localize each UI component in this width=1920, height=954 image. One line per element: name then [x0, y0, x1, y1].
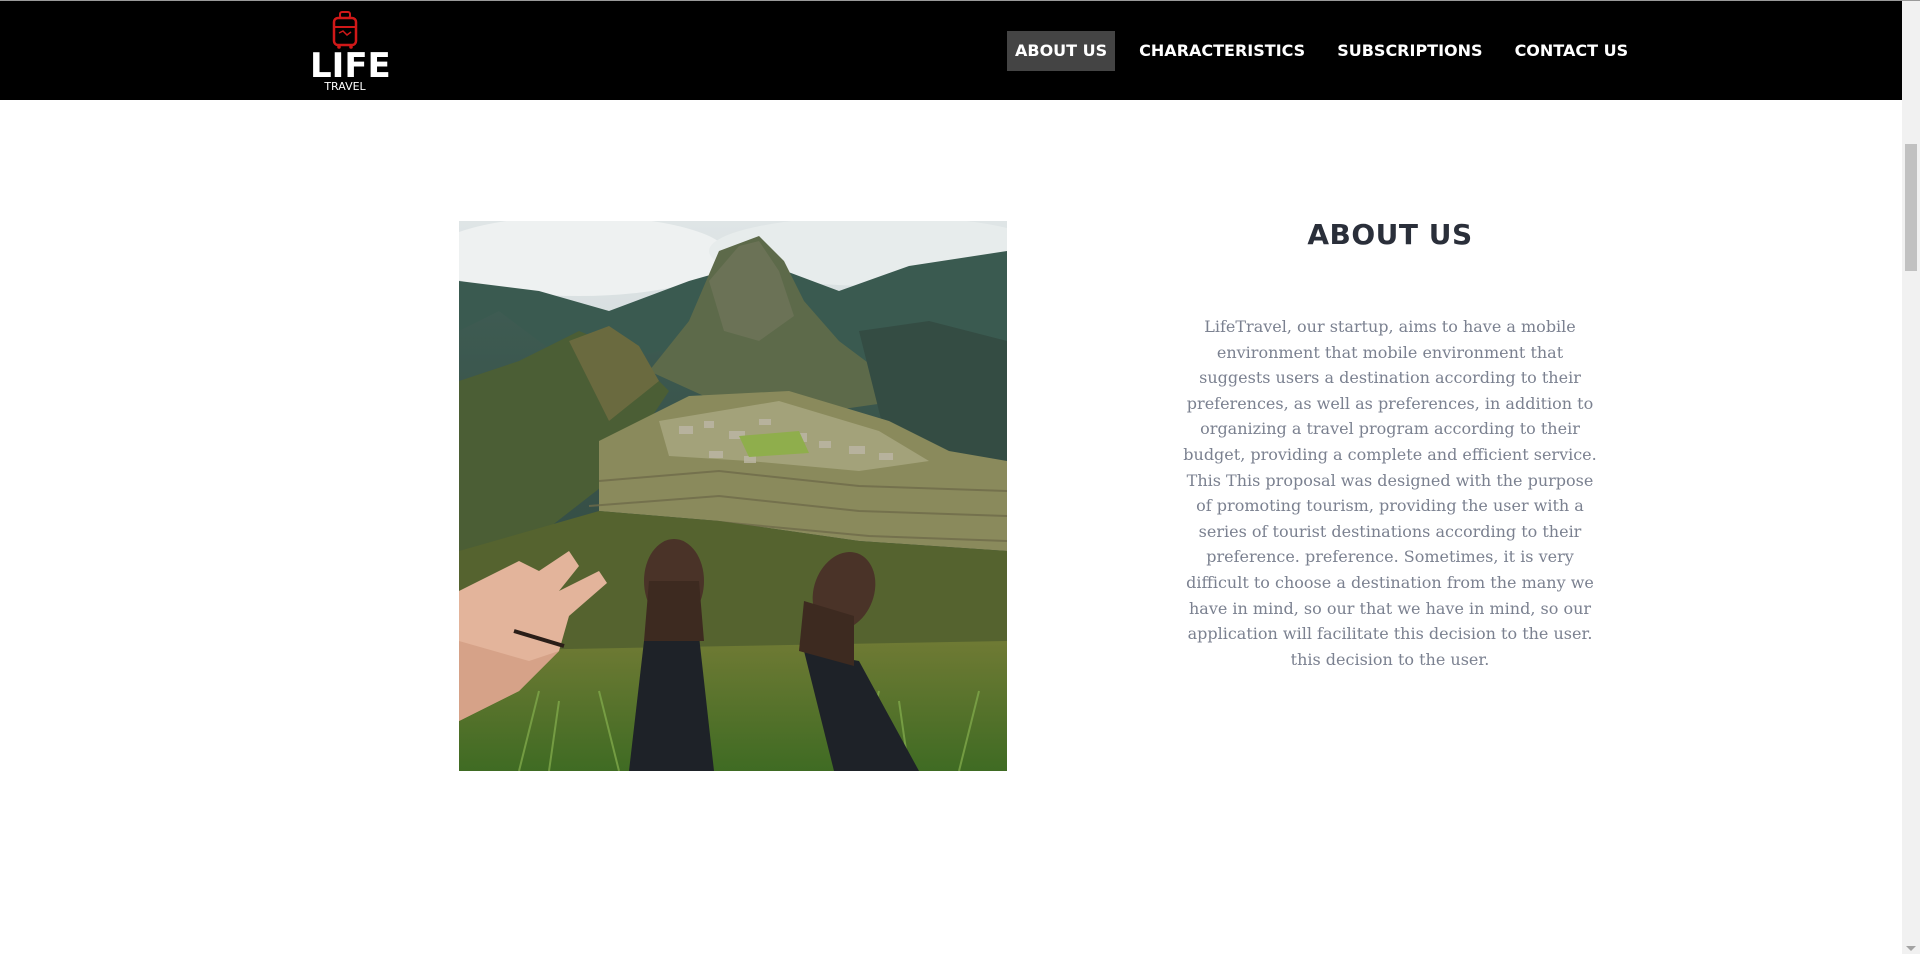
nav-contact-us[interactable]: CONTACT US — [1507, 31, 1637, 71]
navbar: LIFE TRAVEL ABOUT US CHARACTERISTICS SUB… — [0, 1, 1902, 100]
nav-subscriptions[interactable]: SUBSCRIPTIONS — [1329, 31, 1490, 71]
logo-text: LIFE — [310, 46, 391, 86]
nav-about-us[interactable]: ABOUT US — [1007, 31, 1116, 71]
main-nav: ABOUT US CHARACTERISTICS SUBSCRIPTIONS C… — [1007, 31, 1636, 71]
logo[interactable]: LIFE TRAVEL — [310, 11, 391, 93]
mountain-ruins-photo — [459, 221, 1007, 771]
about-title: ABOUT US — [1307, 218, 1473, 251]
scroll-down-arrow-icon[interactable] — [1906, 946, 1916, 951]
about-image — [459, 221, 1007, 771]
logo-subtext: TRAVEL — [324, 80, 366, 93]
about-body-text: LifeTravel, our startup, aims to have a … — [1183, 317, 1597, 669]
scrollbar-thumb[interactable] — [1905, 144, 1917, 271]
suitcase-icon — [332, 11, 358, 49]
page-scrollbar[interactable] — [1902, 1, 1920, 954]
nav-characteristics[interactable]: CHARACTERISTICS — [1131, 31, 1313, 71]
